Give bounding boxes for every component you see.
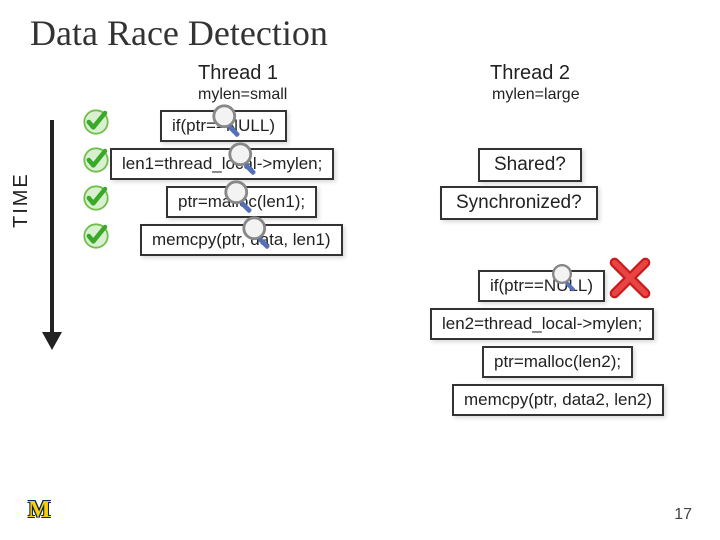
check-icon	[78, 142, 114, 178]
umich-logo: M	[28, 497, 49, 524]
check-icon	[78, 104, 114, 140]
t2-line-3: memcpy(ptr, data2, len2)	[452, 384, 664, 416]
thread1-header: Thread 1	[198, 62, 278, 85]
time-arrow-head	[42, 332, 62, 350]
page-number: 17	[674, 506, 692, 524]
shared-label: Shared?	[478, 148, 582, 182]
check-icon	[78, 180, 114, 216]
magnifier-icon	[550, 262, 582, 294]
cross-icon	[608, 256, 652, 300]
check-icon	[78, 218, 114, 254]
t2-line-1: len2=thread_local->mylen;	[430, 308, 654, 340]
magnifier-icon	[240, 214, 278, 252]
magnifier-icon	[226, 140, 264, 178]
time-arrow-line	[50, 120, 54, 335]
synchronized-label: Synchronized?	[440, 186, 598, 220]
t2-line-0: if(ptr==NULL)	[478, 270, 605, 302]
thread2-sub: mylen=large	[492, 86, 580, 104]
time-axis-label: TIME	[10, 172, 33, 228]
t1-line-1: len1=thread_local->mylen;	[110, 148, 334, 180]
thread2-header: Thread 2	[490, 62, 570, 85]
magnifier-icon	[210, 102, 248, 140]
slide-title: Data Race Detection	[30, 12, 328, 54]
t2-line-2: ptr=malloc(len2);	[482, 346, 633, 378]
magnifier-icon	[222, 178, 260, 216]
